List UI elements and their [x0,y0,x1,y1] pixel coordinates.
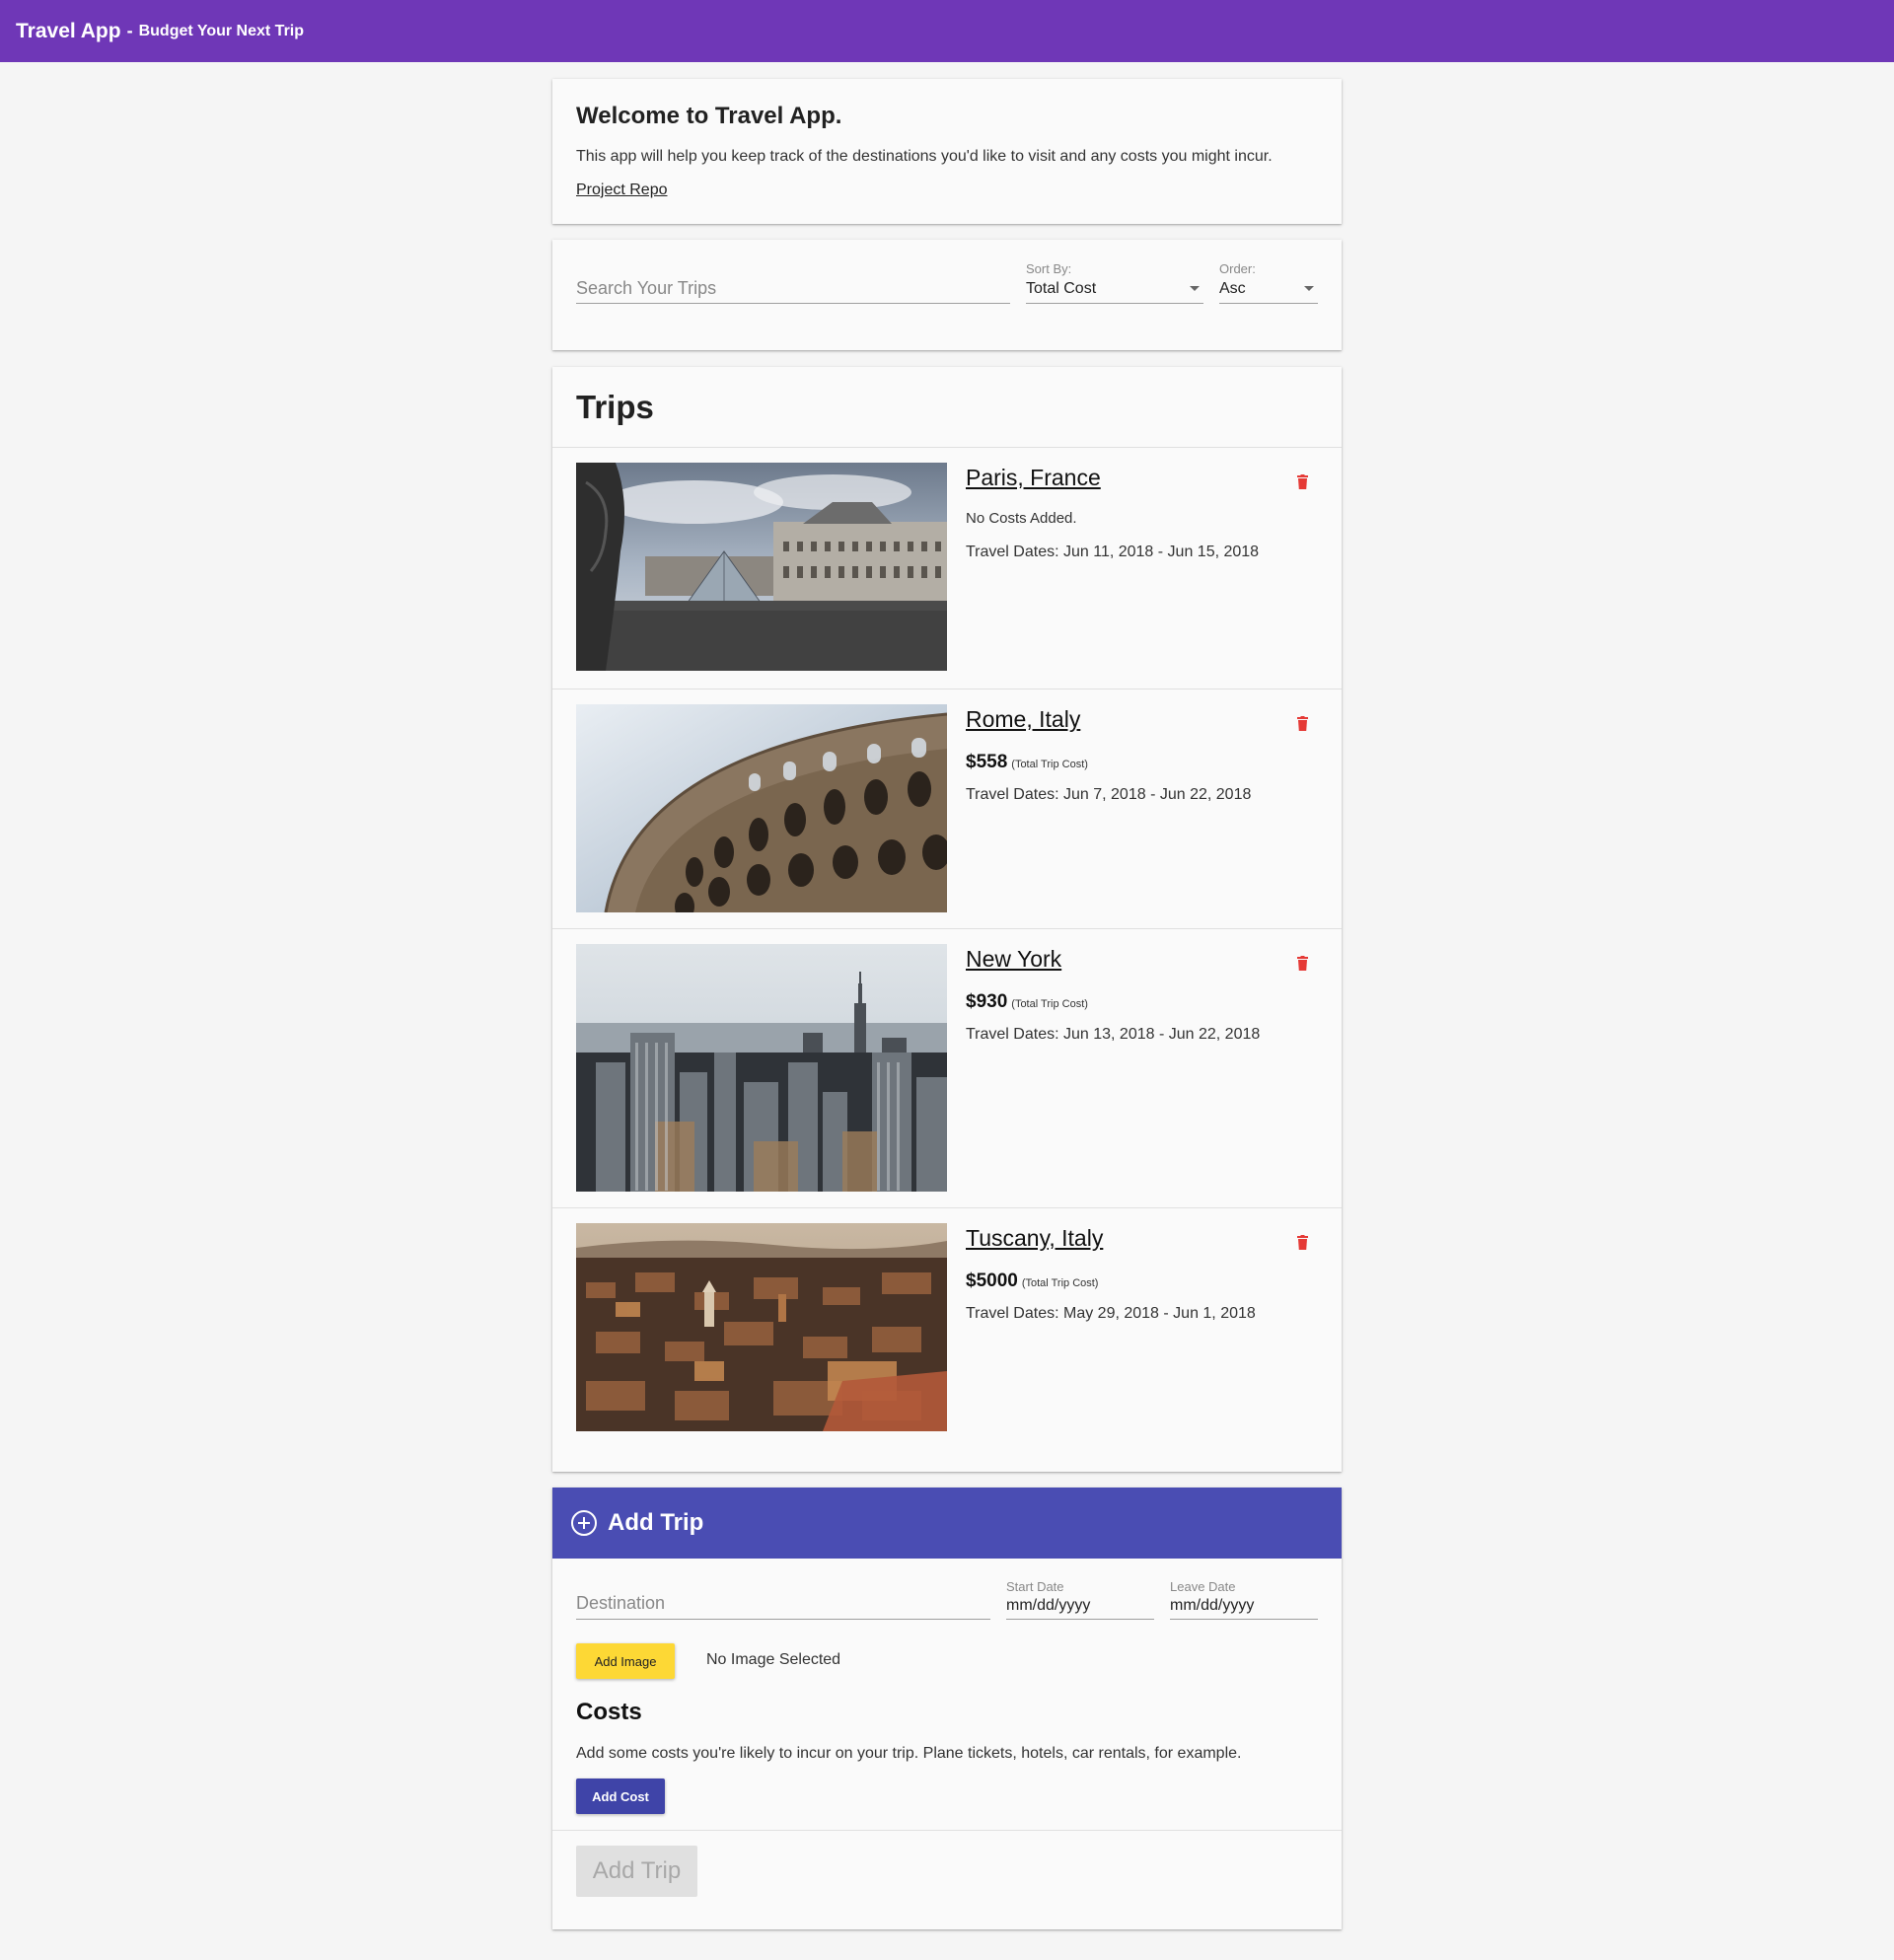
order-select[interactable]: Order: Asc [1219,261,1318,304]
app-title: Travel App [16,19,121,42]
trips-card: Trips Paris, France No Costs Added. Trav… [552,367,1342,1472]
divider [552,447,1342,448]
leave-date-field[interactable]: Leave Date mm/dd/yyyy [1170,1579,1318,1620]
sort-by-select[interactable]: Sort By: Total Cost [1026,261,1203,304]
sort-by-label: Sort By: [1026,261,1072,276]
costs-heading: Costs [576,1699,642,1725]
search-input[interactable]: Search Your Trips [576,269,1010,304]
divider [552,689,1342,690]
delete-trip-button[interactable] [1297,474,1308,494]
divider [552,1830,1342,1831]
delete-trip-button[interactable] [1297,1235,1308,1255]
trip-cost-value: $5000 [966,1270,1018,1291]
trip-name-link[interactable]: Rome, Italy [966,706,1080,733]
app-subtitle: Budget Your Next Trip [138,22,305,39]
trip-item-new-york: New York $930 (Total Trip Cost) Travel Da… [552,944,1342,1207]
trip-image [576,1223,947,1431]
welcome-card: Welcome to Travel App. This app will hel… [552,79,1342,224]
trip-cost-value: $930 [966,991,1008,1012]
trip-cost-empty: No Costs Added. [966,510,1077,527]
sort-by-value: Total Cost [1026,280,1097,297]
trip-image [576,704,947,912]
welcome-heading: Welcome to Travel App. [576,103,842,129]
trip-cost: $930 (Total Trip Cost) [966,991,1088,1013]
delete-trip-button[interactable] [1297,956,1308,976]
add-image-button[interactable]: Add Image [576,1643,675,1679]
costs-description: Add some costs you're likely to incur on… [576,1745,1242,1762]
tuscany-rooftops-photo [576,1223,947,1431]
trip-cost-note: (Total Trip Cost) [1021,1277,1099,1289]
search-placeholder: Search Your Trips [576,278,717,298]
submit-add-trip-button[interactable]: Add Trip [576,1846,697,1897]
project-repo-link[interactable]: Project Repo [576,181,668,199]
divider [552,1207,1342,1208]
new-york-skyline-photo [576,944,947,1192]
trip-item-tuscany: Tuscany, Italy $5000 (Total Trip Cost) Tr… [552,1223,1342,1447]
order-label: Order: [1219,261,1256,276]
trip-dates: Travel Dates: Jun 11, 2018 - Jun 15, 201… [966,544,1260,560]
leave-date-value: mm/dd/yyyy [1170,1597,1255,1614]
image-status: No Image Selected [706,1651,841,1668]
trip-item-paris: Paris, France No Costs Added. Travel Dat… [552,463,1342,687]
start-date-field[interactable]: Start Date mm/dd/yyyy [1006,1579,1154,1620]
delete-trip-button[interactable] [1297,716,1308,736]
trip-image [576,944,947,1192]
app-bar: Travel App - Budget Your Next Trip [0,0,1894,62]
add-trip-title: Add Trip [608,1509,704,1536]
trash-icon [1297,1235,1308,1250]
colosseum-photo [576,704,947,912]
chevron-down-icon [1190,286,1200,291]
order-value: Asc [1219,280,1246,297]
trip-name-link[interactable]: New York [966,946,1061,973]
trip-dates: Travel Dates: Jun 13, 2018 - Jun 22, 201… [966,1026,1261,1043]
welcome-description: This app will help you keep track of the… [576,148,1273,165]
trash-icon [1297,474,1308,489]
filters-card: Search Your Trips Sort By: Total Cost Or… [552,240,1342,350]
trip-item-rome: Rome, Italy $558 (Total Trip Cost) Travel… [552,704,1342,928]
trash-icon [1297,956,1308,971]
add-cost-button[interactable]: Add Cost [576,1779,665,1814]
trip-cost: $558 (Total Trip Cost) [966,752,1088,773]
trip-cost-text: No Costs Added. [966,510,1077,527]
trip-cost-value: $558 [966,752,1008,772]
trip-dates: Travel Dates: May 29, 2018 - Jun 1, 2018 [966,1305,1256,1322]
trip-image [576,463,947,671]
chevron-down-icon [1304,286,1314,291]
leave-date-label: Leave Date [1170,1579,1236,1594]
trip-name-link[interactable]: Paris, France [966,465,1101,491]
trip-name-link[interactable]: Tuscany, Italy [966,1225,1103,1252]
add-circle-icon [571,1510,597,1536]
trip-dates: Travel Dates: Jun 7, 2018 - Jun 22, 2018 [966,786,1252,803]
add-trip-header[interactable]: Add Trip [552,1488,1342,1559]
louvre-photo [576,463,947,671]
title-separator: - [126,21,133,40]
add-trip-card: Add Trip Destination Start Date mm/dd/yy… [552,1488,1342,1929]
destination-placeholder: Destination [576,1593,666,1613]
trips-heading: Trips [576,389,654,425]
trip-cost-note: (Total Trip Cost) [1011,759,1088,770]
trip-cost: $5000 (Total Trip Cost) [966,1270,1098,1292]
start-date-value: mm/dd/yyyy [1006,1597,1091,1614]
divider [552,928,1342,929]
destination-input[interactable]: Destination [576,1582,990,1620]
trip-cost-note: (Total Trip Cost) [1011,998,1088,1010]
start-date-label: Start Date [1006,1579,1064,1594]
trash-icon [1297,716,1308,731]
